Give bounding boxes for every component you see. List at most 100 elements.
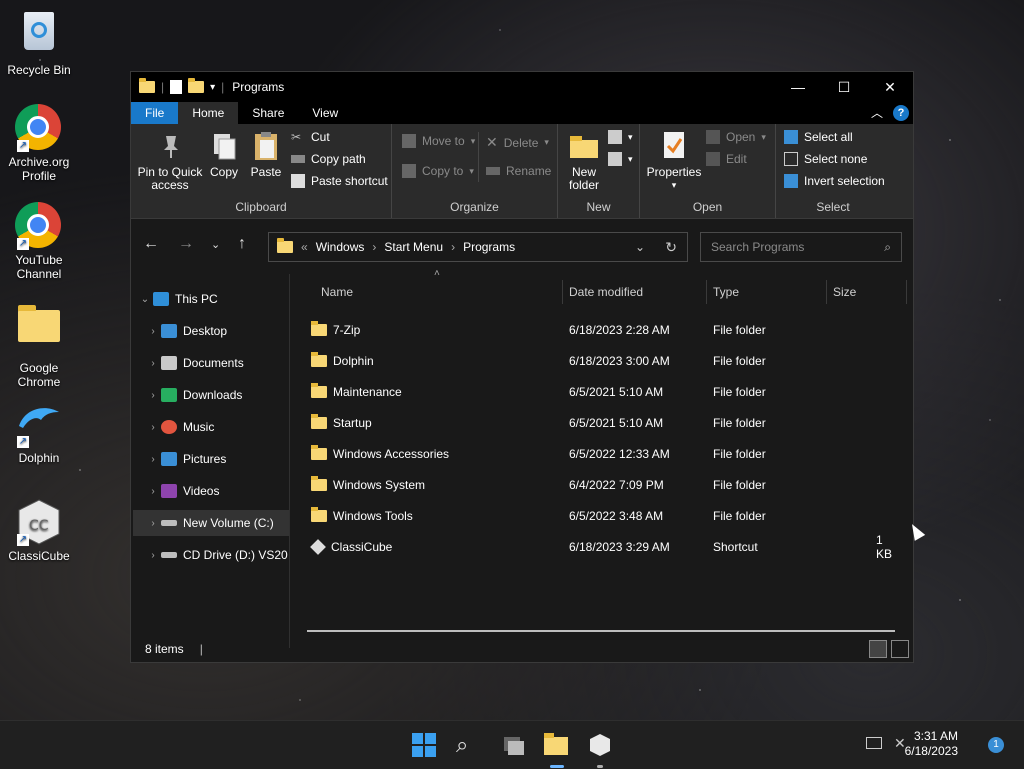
paste-button[interactable]: Paste (247, 130, 285, 179)
address-bar[interactable]: « Windows › Start Menu › Programs ⌄ ↻ (268, 232, 688, 262)
dolphin-icon: ↗ (15, 400, 63, 448)
file-row[interactable]: Windows Accessories 6/5/2022 12:33 AM File… (307, 438, 897, 469)
nav-item-pictures[interactable]: › Pictures (145, 446, 303, 472)
clock[interactable]: 3:31 AM 6/18/2023 (905, 729, 958, 759)
desktop-icon-classicube[interactable]: CC ↗ ClassiCube (4, 498, 74, 563)
notification-badge[interactable]: 1 (988, 737, 1004, 753)
column-header-type[interactable]: Type (713, 278, 739, 306)
refresh-icon[interactable]: ↻ (665, 239, 677, 256)
breadcrumb-windows[interactable]: Windows (316, 240, 365, 254)
copy-to-button[interactable]: Copy to ▾ (402, 164, 474, 178)
up-arrow-icon[interactable]: ↑ (238, 235, 246, 253)
expanded-chevron-icon[interactable]: ⌄ (137, 294, 153, 305)
file-row[interactable]: Maintenance 6/5/2021 5:10 AM File folder (307, 376, 897, 407)
folder-icon (277, 238, 293, 253)
nav-item-new-volume-c[interactable]: › New Volume (C:) (133, 510, 289, 536)
recent-locations-icon[interactable]: ⌄ (211, 238, 220, 251)
help-icon[interactable]: ? (893, 104, 909, 121)
new-folder-button[interactable]: New folder (564, 130, 604, 192)
horizontal-scrollbar[interactable] (307, 630, 895, 632)
breadcrumb-start-menu[interactable]: Start Menu (384, 240, 443, 254)
nav-item-desktop[interactable]: › Desktop (145, 318, 303, 344)
chevron-right-icon[interactable]: › (145, 422, 161, 433)
desktop-icon-dolphin[interactable]: ↗ Dolphin (4, 400, 74, 465)
large-icons-view-icon[interactable] (891, 640, 909, 658)
nav-item-this-pc[interactable]: ⌄ This PC (137, 286, 295, 312)
file-row[interactable]: Windows Tools 6/5/2022 3:48 AM File folder (307, 500, 897, 531)
customize-qat-icon[interactable]: ▾ (210, 82, 215, 93)
nav-item-music[interactable]: › Music (145, 414, 303, 440)
properties-button[interactable]: Properties ▾ (644, 130, 704, 192)
folder-icon (15, 305, 63, 358)
select-all-button[interactable]: Select all (784, 130, 853, 144)
forward-arrow-icon[interactable]: → (178, 235, 194, 253)
chevron-right-icon[interactable]: › (145, 486, 161, 497)
copy-path-button[interactable]: Copy path (291, 152, 366, 166)
column-header-name[interactable]: Name (321, 278, 353, 306)
breadcrumb-programs[interactable]: Programs (463, 240, 515, 254)
tab-share[interactable]: Share (238, 102, 298, 124)
start-button[interactable] (412, 733, 436, 757)
desktop-icon-google-chrome[interactable]: Google Chrome (4, 300, 74, 389)
maximize-button[interactable]: ☐ (821, 72, 867, 102)
chevron-right-icon[interactable]: › (145, 358, 161, 369)
tab-home[interactable]: Home (178, 102, 239, 124)
open-button[interactable]: Open ▾ (706, 130, 766, 144)
clipboard-group: Pin to Quick access Copy Paste ✂ Cut Copy… (131, 124, 392, 218)
file-row[interactable]: ClassiCube 6/18/2023 3:29 AM Shortcut 1 KB (307, 531, 897, 562)
task-view-icon[interactable] (500, 733, 524, 757)
chevron-right-icon[interactable]: › (145, 326, 161, 337)
nav-item-videos[interactable]: › Videos (145, 478, 303, 504)
nav-item-downloads[interactable]: › Downloads (145, 382, 303, 408)
drive-icon (161, 520, 177, 526)
close-button[interactable]: ✕ (867, 72, 913, 102)
search-input[interactable]: Search Programs ⌕ (700, 232, 902, 262)
invert-selection-button[interactable]: Invert selection (784, 174, 885, 188)
column-header-size[interactable]: Size (833, 278, 856, 306)
tab-file[interactable]: File (131, 102, 179, 124)
move-to-button[interactable]: Move to ▾ (402, 134, 475, 148)
file-row[interactable]: Startup 6/5/2021 5:10 AM File folder (307, 407, 897, 438)
shortcut-arrow-icon: ↗ (17, 238, 29, 250)
collapse-ribbon-icon[interactable]: ︿ (871, 104, 883, 121)
edit-button[interactable]: Edit (706, 152, 747, 166)
cut-button[interactable]: ✂ Cut (291, 130, 330, 144)
new-item-button[interactable]: ▾ (608, 130, 633, 144)
select-none-button[interactable]: Select none (784, 152, 867, 166)
details-view-icon[interactable] (869, 640, 887, 658)
cd-drive-icon (161, 552, 177, 558)
file-row[interactable]: Windows System 6/4/2022 7:09 PM File folde… (307, 469, 897, 500)
file-row[interactable]: Dolphin 6/18/2023 3:00 AM File folder (307, 345, 897, 376)
address-dropdown-icon[interactable]: ⌄ (635, 240, 645, 254)
tab-view[interactable]: View (298, 102, 352, 124)
classicube-shortcut-icon (310, 538, 326, 555)
easy-access-button[interactable]: ▾ (608, 152, 633, 166)
properties-quick-icon[interactable] (170, 80, 183, 94)
chevron-right-icon[interactable]: › (145, 454, 161, 465)
new-group: New folder ▾ ▾ New (558, 124, 640, 218)
chevron-right-icon[interactable]: › (145, 390, 161, 401)
paste-shortcut-button[interactable]: Paste shortcut (291, 174, 388, 188)
rename-button[interactable]: Rename (486, 164, 551, 178)
desktop-icon-youtube[interactable]: ↗ YouTube Channel (4, 202, 74, 281)
new-folder-quick-icon[interactable] (188, 78, 205, 93)
address-overflow[interactable]: « (301, 240, 308, 254)
desktop-icon-recycle-bin[interactable]: Recycle Bin (4, 8, 74, 77)
chevron-right-icon[interactable]: › (145, 518, 161, 529)
desktop-icon-archive-org[interactable]: ↗ Archive.org Profile (4, 104, 74, 183)
file-explorer-taskbar-icon[interactable] (544, 733, 568, 768)
back-arrow-icon[interactable]: ← (143, 235, 159, 253)
file-row[interactable]: 7-Zip 6/18/2023 2:28 AM File folder (307, 314, 897, 345)
minimize-button[interactable]: — (775, 72, 821, 102)
column-header-date-modified[interactable]: Date modified (569, 278, 643, 306)
classicube-taskbar-icon[interactable] (588, 733, 612, 768)
search-icon[interactable]: ⌕ (456, 733, 480, 757)
network-icon[interactable] (866, 737, 882, 749)
paste-shortcut-icon (291, 174, 305, 188)
copy-button[interactable]: Copy (207, 130, 241, 179)
pin-quick-access-button[interactable]: Pin to Quick access (137, 130, 203, 192)
nav-item-cd-drive-d[interactable]: › CD Drive (D:) VS20 (145, 542, 289, 568)
delete-button[interactable]: ✕ Delete ▾ (486, 134, 549, 151)
nav-item-documents[interactable]: › Documents (145, 350, 303, 376)
chevron-right-icon[interactable]: › (145, 550, 161, 561)
